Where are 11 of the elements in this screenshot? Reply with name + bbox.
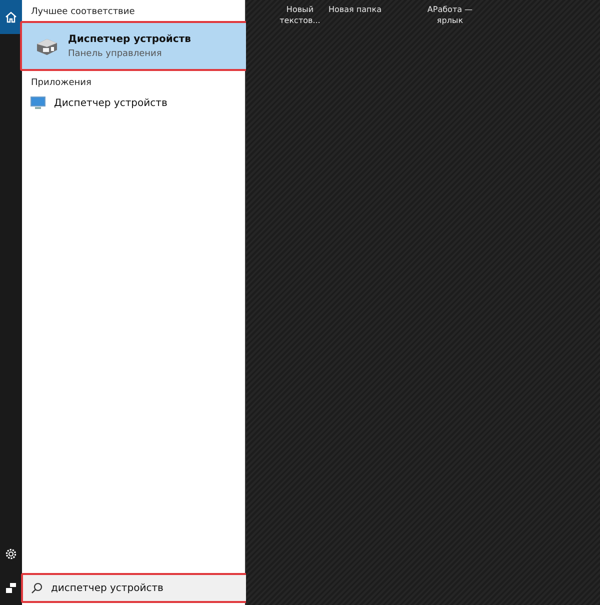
home-button[interactable] <box>0 0 22 34</box>
search-result[interactable]: Диспетчер устройств <box>20 92 250 114</box>
section-heading: Приложения <box>30 77 92 90</box>
desktop-icon-label[interactable]: АРабота — ярлык <box>420 4 480 26</box>
monitor-icon <box>30 96 46 110</box>
settings-icon <box>5 548 17 560</box>
section-heading: Лучшее соответствие <box>30 6 136 19</box>
home-icon <box>5 11 17 23</box>
search-icon <box>31 582 43 594</box>
search-field[interactable]: диспетчер устройств <box>21 573 248 603</box>
people-icon <box>5 582 17 594</box>
